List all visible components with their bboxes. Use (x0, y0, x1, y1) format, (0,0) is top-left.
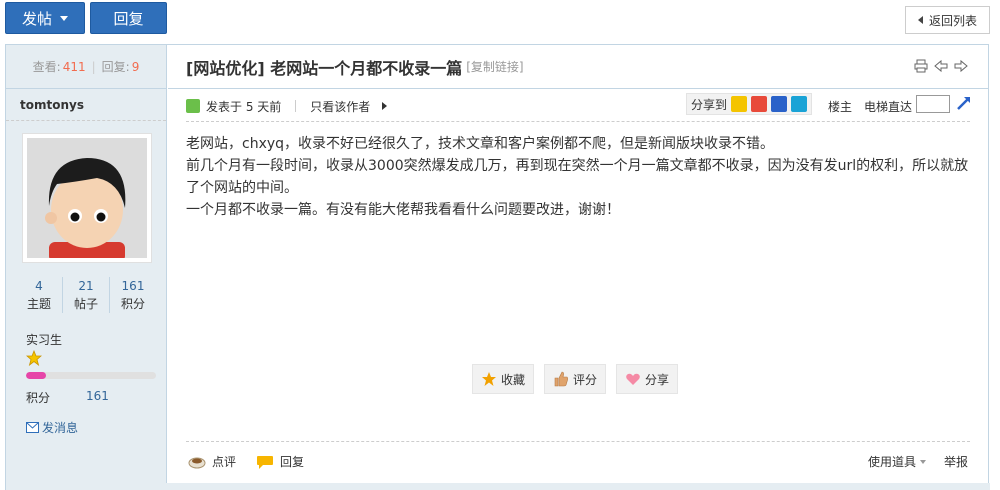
thumbs-up-icon (554, 371, 568, 387)
stat-topics[interactable]: 4 主题 (16, 277, 63, 313)
divider (186, 121, 970, 122)
share-label: 分享到 (691, 97, 728, 112)
content-paragraph: 一个月都不收录一篇。有没有能大佬帮我看看什么问题要改进，谢谢！ (186, 202, 620, 218)
coffee-icon (188, 457, 206, 468)
star-icon (26, 350, 42, 366)
content-paragraph: 前几个月有一段时间，收录从3000突然爆发成几万，再到现在突然一个月一篇文章都不… (186, 158, 969, 196)
content-paragraph: 老网站，chxyq，收录不好已经很久了，技术文章和客户案例都不爬，但是新闻版块收… (186, 136, 775, 152)
report-link[interactable]: 举报 (944, 453, 968, 470)
send-message-label: 发消息 (42, 421, 79, 435)
author-stats: 4 主题 21 帖子 161 积分 (16, 277, 156, 313)
post-time: 发表于 5 天前 (206, 99, 282, 114)
stat-label: 主题 (26, 297, 51, 311)
use-tools-menu[interactable]: 使用道具 (868, 453, 926, 470)
prev-thread-icon[interactable] (934, 59, 948, 73)
floor-jump-input[interactable] (916, 95, 950, 113)
post-button-label: 发帖 (21, 9, 52, 28)
back-to-list-label: 返回列表 (928, 13, 977, 28)
rate-button[interactable]: 评分 (544, 364, 607, 394)
share-button[interactable]: 分享 (616, 364, 679, 394)
chevron-right-icon (382, 102, 388, 110)
floor-label: 楼主 (828, 100, 853, 114)
views-count: 411 (62, 59, 86, 74)
author-sidebar: 查看: 411 | 回复: 9 tomtonys 4 主题 21 帖子 161 … (6, 45, 167, 490)
stat-value: 21 (78, 279, 94, 293)
avatar-image (27, 138, 147, 258)
thread-stats: 查看: 411 | 回复: 9 (6, 45, 166, 89)
next-thread-icon[interactable] (954, 59, 968, 73)
chevron-down-icon (919, 459, 926, 464)
post-meta: 发表于 5 天前 只看该作者 (186, 95, 388, 117)
views-label: 查看: (32, 60, 61, 74)
use-tools-label: 使用道具 (867, 455, 916, 469)
copy-link[interactable]: [复制链接] (466, 58, 523, 75)
post-bottom-right: 使用道具 举报 (868, 453, 968, 470)
post-button[interactable]: 发帖 (5, 2, 85, 34)
only-author-link[interactable]: 只看该作者 (310, 98, 370, 115)
share-box: 分享到 (686, 93, 813, 115)
rank-progress-bar (26, 372, 156, 379)
stat-label: 积分 (120, 297, 145, 311)
go-arrow-icon[interactable] (956, 95, 972, 111)
favorite-button[interactable]: 收藏 (472, 364, 535, 394)
star-icon (482, 372, 496, 386)
post-frame: 查看: 411 | 回复: 9 tomtonys 4 主题 21 帖子 161 … (5, 44, 990, 490)
post-actions: 收藏 评分 分享 (472, 364, 679, 394)
post-main: [网站优化] 老网站一个月都不收录一篇 [复制链接] 发表于 5 天前 只看该作… (168, 45, 988, 490)
qzone-share-icon[interactable] (731, 96, 748, 112)
elevator-label: 电梯直达 (864, 100, 913, 114)
speech-bubble-icon (257, 455, 274, 469)
post-content: 老网站，chxyq，收录不好已经很久了，技术文章和客户案例都不爬，但是新闻版块收… (186, 133, 976, 221)
chevron-down-icon (60, 15, 68, 21)
print-icon[interactable] (914, 59, 928, 73)
comment-button[interactable]: 点评 (188, 453, 236, 470)
weibo-share-icon[interactable] (751, 96, 768, 112)
reply-button-label: 回复 (113, 9, 144, 28)
post-bottom-left: 点评 回复 (188, 453, 304, 470)
score-value: 161 (86, 389, 109, 403)
share-action-label: 分享 (645, 372, 670, 387)
stat-value: 161 (121, 279, 145, 293)
tencent-share-icon[interactable] (791, 96, 808, 112)
online-status-icon (186, 99, 200, 113)
envelope-icon (26, 422, 39, 433)
title-row: [网站优化] 老网站一个月都不收录一篇 [复制链接] (168, 45, 988, 89)
comment-label: 点评 (212, 455, 237, 469)
thread-title: [网站优化] 老网站一个月都不收录一篇 (186, 58, 463, 78)
meta-separator (295, 100, 297, 112)
rank-progress-fill (26, 372, 46, 379)
reply-post-button[interactable]: 回复 (256, 453, 304, 470)
favorite-label: 收藏 (501, 372, 526, 387)
chevron-left-icon (917, 16, 923, 24)
bottom-divider (186, 441, 970, 442)
score-row: 积分 161 (26, 389, 109, 406)
user-rank[interactable]: 实习生 (26, 331, 62, 348)
title-icons (914, 59, 968, 73)
score-label: 积分 (26, 391, 51, 405)
replies-label: 回复: (101, 60, 130, 74)
stats-separator: | (91, 59, 96, 74)
stat-posts[interactable]: 21 帖子 (63, 277, 110, 313)
replies-count: 9 (131, 59, 140, 74)
reply-button[interactable]: 回复 (90, 2, 167, 34)
footer-strip (6, 483, 990, 490)
stat-value: 4 (35, 279, 43, 293)
stat-label: 帖子 (73, 297, 98, 311)
back-to-list-button[interactable]: 返回列表 (905, 6, 990, 34)
baidu-share-icon[interactable] (771, 96, 788, 112)
avatar-illustration (27, 138, 147, 258)
avatar[interactable] (22, 133, 152, 263)
send-message-link[interactable]: 发消息 (26, 419, 78, 436)
reply-post-label: 回复 (280, 455, 305, 469)
author-name[interactable]: tomtonys (6, 89, 166, 121)
stat-points[interactable]: 161 积分 (110, 277, 156, 313)
heart-icon (626, 373, 640, 385)
rate-label: 评分 (573, 372, 598, 387)
